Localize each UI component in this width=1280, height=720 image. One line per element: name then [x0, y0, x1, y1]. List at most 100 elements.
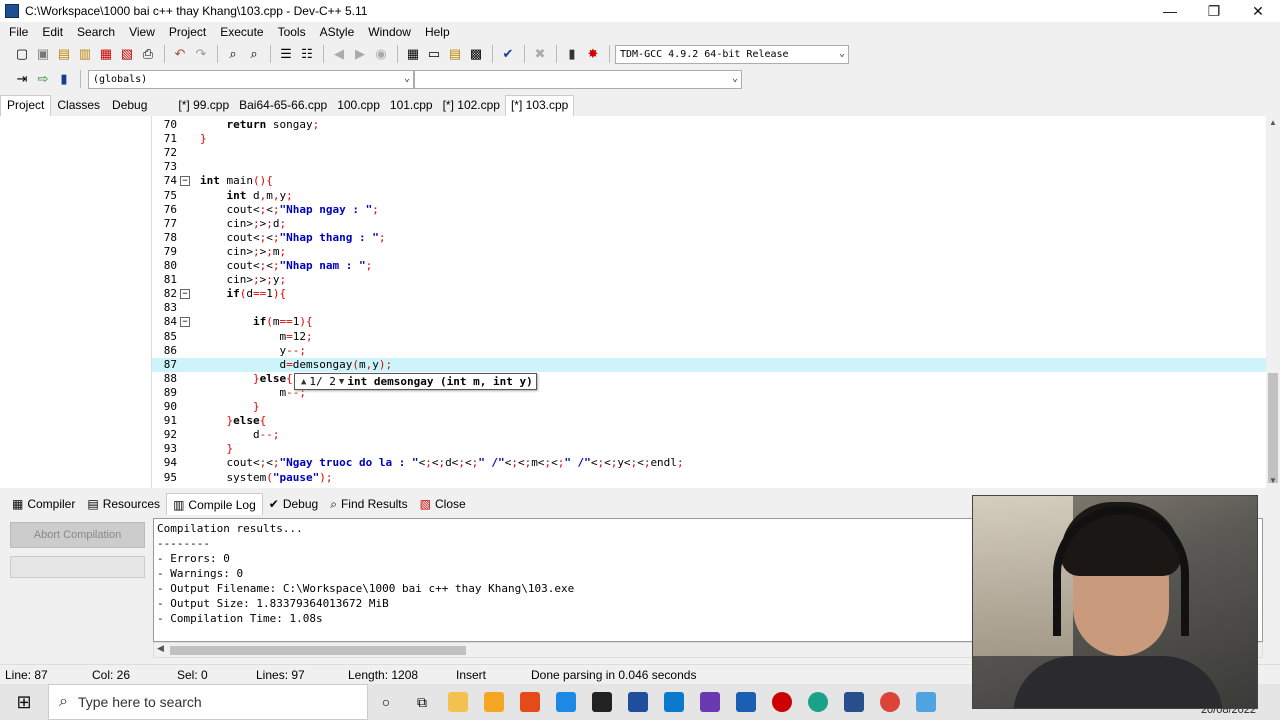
close-all-icon[interactable]: ▧ [117, 44, 137, 64]
store-icon[interactable] [476, 684, 512, 720]
indent-icon[interactable]: ☰ [276, 44, 296, 64]
code-line: 94 cout<;<;"Ngay truoc do la : "<;<;d<;<… [152, 456, 1266, 470]
undo-icon[interactable]: ↶ [170, 44, 190, 64]
compiler-select[interactable]: TDM-GCC 4.9.2 64-bit Release ⌄ [615, 44, 849, 64]
find-icon[interactable]: ⌕ [223, 44, 243, 64]
scope-select[interactable]: (globals) ⌄ [88, 69, 414, 89]
tab-resources[interactable]: ▤ Resources [81, 493, 166, 515]
abort-compilation-button[interactable]: Abort Compilation [10, 522, 145, 548]
word-icon[interactable] [728, 684, 764, 720]
mail-icon[interactable] [548, 684, 584, 720]
line-number: 79 [163, 244, 177, 258]
redo-icon[interactable]: ↷ [191, 44, 211, 64]
menu-window[interactable]: Window [361, 25, 418, 39]
powershell-icon[interactable] [620, 684, 656, 720]
rebuild-all-icon[interactable]: ▩ [466, 44, 486, 64]
toolbar-separator [164, 45, 165, 63]
find-results-icon: ⌕ [330, 496, 337, 511]
terminal-icon[interactable] [584, 684, 620, 720]
member-select[interactable]: ⌄ [414, 69, 742, 89]
taskbar-search-box[interactable]: ⌕ Type here to search [48, 684, 368, 720]
scroll-left-icon[interactable]: ◀ [157, 643, 164, 654]
menu-astyle[interactable]: AStyle [313, 25, 362, 39]
compile-icon[interactable]: ▦ [403, 44, 423, 64]
file-tab-103[interactable]: [*] 103.cpp [504, 95, 575, 116]
menu-execute[interactable]: Execute [213, 25, 270, 39]
scroll-down-icon[interactable]: ▼ [1266, 474, 1280, 488]
project-browser[interactable] [0, 116, 152, 488]
menu-view[interactable]: View [122, 25, 162, 39]
log-vertical-scrollbar[interactable] [1263, 518, 1280, 642]
next-overload-icon[interactable]: ▼ [339, 377, 344, 387]
edge-icon[interactable] [800, 684, 836, 720]
menu-edit[interactable]: Edit [35, 25, 70, 39]
fold-toggle-icon[interactable]: − [180, 289, 190, 300]
unindent-icon[interactable]: ☷ [297, 44, 317, 64]
fold-toggle-icon[interactable]: − [180, 317, 190, 328]
recorder-icon[interactable] [764, 684, 800, 720]
save-icon[interactable]: ▤ [54, 44, 74, 64]
print-icon[interactable]: ⎙ [138, 44, 158, 64]
devcpp-taskbar-icon[interactable] [836, 684, 872, 720]
visual-studio-icon[interactable] [692, 684, 728, 720]
fold-toggle-icon[interactable]: − [180, 176, 190, 187]
tab-project[interactable]: Project [0, 95, 52, 116]
menu-tools[interactable]: Tools [271, 25, 313, 39]
syntax-check-icon[interactable]: ✔ [498, 44, 518, 64]
toggle-bookmark-icon[interactable]: ◉ [371, 44, 391, 64]
line-number: 94 [163, 456, 177, 470]
windows-start-icon[interactable]: ⊞ [0, 684, 48, 720]
run-icon[interactable]: ▭ [424, 44, 444, 64]
tab-classes[interactable]: Classes [51, 96, 106, 116]
forward-icon[interactable]: ▶ [350, 44, 370, 64]
scroll-up-icon[interactable]: ▲ [1266, 116, 1280, 130]
compile-run-icon[interactable]: ▤ [445, 44, 465, 64]
profile-icon[interactable]: ▮ [562, 44, 582, 64]
tab-compiler[interactable]: ▦ Compiler [6, 493, 81, 515]
cloud-icon[interactable] [908, 684, 944, 720]
file-tab-102[interactable]: [*] 102.cpp [438, 96, 505, 116]
tab-find-results[interactable]: ⌕ Find Results [324, 493, 413, 515]
new-file-icon[interactable]: ▢ [12, 44, 32, 64]
open-file-icon[interactable]: ▣ [33, 44, 53, 64]
save-all-icon[interactable]: ▥ [75, 44, 95, 64]
bookmark-icon[interactable]: ▮ [54, 69, 74, 89]
delete-profile-icon[interactable]: ✸ [583, 44, 603, 64]
restore-button[interactable]: ❐ [1192, 0, 1236, 22]
file-tab-101[interactable]: 101.cpp [385, 96, 438, 116]
file-tab-bai64[interactable]: Bai64-65-66.cpp [234, 96, 332, 116]
file-tab-100[interactable]: 100.cpp [332, 96, 385, 116]
insert-icon[interactable]: ⇥ [12, 69, 32, 89]
cortana-icon[interactable]: ○ [368, 684, 404, 720]
tab-debug[interactable]: Debug [106, 96, 153, 116]
menu-help[interactable]: Help [418, 25, 457, 39]
menu-project[interactable]: Project [162, 25, 213, 39]
goto-icon[interactable]: ⇨ [33, 69, 53, 89]
scroll-thumb[interactable] [170, 646, 466, 655]
code-line: 78 cout<;<;"Nhap thang : "; [152, 231, 1266, 245]
vscode-icon[interactable] [656, 684, 692, 720]
editor-vertical-scrollbar[interactable]: ▲ ▼ [1266, 116, 1280, 488]
replace-icon[interactable]: ⌕ [244, 44, 264, 64]
menu-file[interactable]: File [2, 25, 35, 39]
close-file-icon[interactable]: ▦ [96, 44, 116, 64]
task-view-icon[interactable]: ⧉ [404, 684, 440, 720]
stop-execution-icon[interactable]: ✖ [530, 44, 550, 64]
compiler-icon: ▦ [12, 497, 24, 511]
tab-compile-log[interactable]: ▥ Compile Log [166, 493, 263, 515]
chrome-icon[interactable] [872, 684, 908, 720]
code-editor[interactable]: 70 return songay; 71} 72 73 74− int main(){75… [152, 116, 1266, 488]
line-number: 76 [163, 202, 177, 216]
minimize-button[interactable]: — [1148, 0, 1192, 22]
scroll-thumb[interactable] [1268, 373, 1278, 483]
status-mode: Insert [456, 668, 487, 682]
back-icon[interactable]: ◀ [329, 44, 349, 64]
prev-overload-icon[interactable]: ▲ [301, 377, 306, 387]
file-explorer-icon[interactable] [440, 684, 476, 720]
menu-search[interactable]: Search [70, 25, 122, 39]
file-tab-99[interactable]: [*] 99.cpp [173, 96, 234, 116]
close-window-button[interactable]: ✕ [1236, 0, 1280, 22]
office-icon[interactable] [512, 684, 548, 720]
tab-debug-panel[interactable]: ✔ Debug [263, 493, 324, 515]
tab-close[interactable]: ▧ Close [414, 493, 472, 515]
